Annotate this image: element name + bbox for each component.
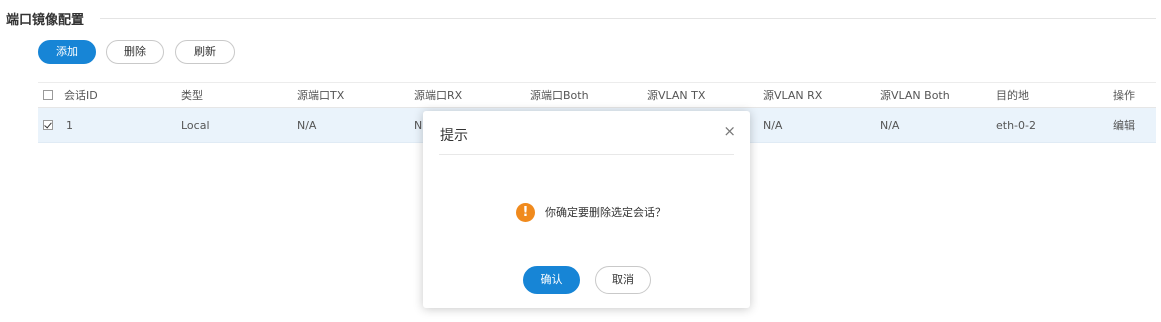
header-src-vlan-rx: 源VLAN RX: [763, 89, 823, 102]
select-all-checkbox[interactable]: [43, 90, 53, 100]
refresh-button[interactable]: 刷新: [175, 40, 235, 64]
dialog-message: ! 你确定要删除选定会话？: [516, 202, 666, 222]
header-type: 类型: [181, 89, 203, 102]
header-src-vlan-both: 源VLAN Both: [880, 89, 950, 102]
section-title: 端口镜像配置: [6, 13, 85, 28]
row-select-cell: [43, 108, 53, 142]
cell-src-vlan-rx: N/A: [763, 118, 783, 132]
close-icon[interactable]: ×: [723, 124, 736, 139]
cell-type: Local: [181, 118, 210, 132]
dialog-title: 提示: [440, 128, 468, 144]
header-destination: 目的地: [996, 89, 1029, 102]
cell-destination: eth-0-2: [996, 118, 1036, 132]
header-src-port-rx: 源端口RX: [414, 89, 463, 102]
cell-session-id: 1: [66, 118, 73, 132]
confirm-button[interactable]: 确认: [523, 266, 580, 294]
dialog-divider: [439, 154, 734, 155]
table-header: 会话ID 类型 源端口TX 源端口RX 源端口Both 源VLAN TX 源VL…: [38, 82, 1156, 108]
cell-src-port-rx: N: [414, 118, 423, 132]
section-divider: [100, 18, 1156, 19]
header-src-vlan-tx: 源VLAN TX: [647, 89, 706, 102]
edit-link[interactable]: 编辑: [1113, 108, 1135, 142]
delete-button[interactable]: 删除: [106, 40, 164, 64]
section-header: 端口镜像配置: [6, 8, 1156, 28]
add-button[interactable]: 添加: [38, 40, 96, 64]
header-src-port-both: 源端口Both: [530, 89, 589, 102]
warning-icon: !: [516, 202, 535, 222]
cell-src-port-tx: N/A: [297, 118, 317, 132]
dialog-message-text: 你确定要删除选定会话？: [545, 206, 666, 219]
header-session-id: 会话ID: [64, 89, 98, 102]
cell-src-vlan-both: N/A: [880, 118, 900, 132]
header-action: 操作: [1113, 89, 1135, 102]
select-all-cell: [43, 83, 53, 107]
row-checkbox[interactable]: [43, 120, 53, 130]
confirm-dialog: 提示 × ! 你确定要删除选定会话？ 确认 取消: [423, 111, 750, 308]
header-src-port-tx: 源端口TX: [297, 89, 345, 102]
cancel-button[interactable]: 取消: [595, 266, 651, 294]
